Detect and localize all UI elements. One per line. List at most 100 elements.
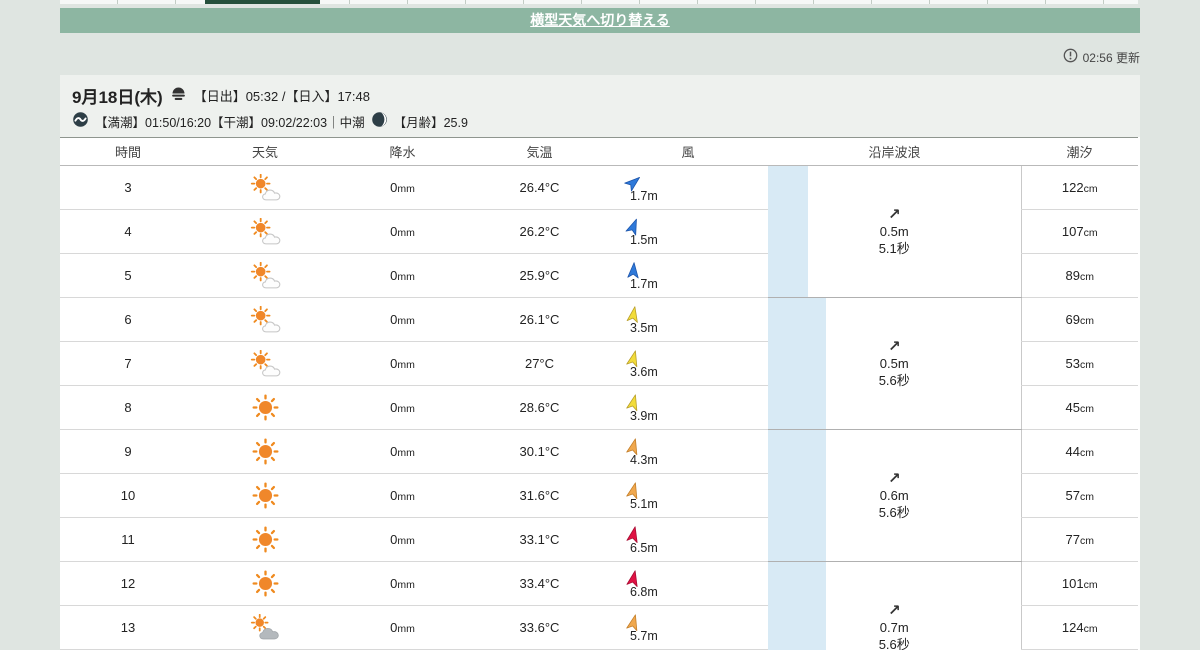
hour-cell: 9: [60, 429, 196, 474]
sun-and-cloud-icon: [250, 306, 280, 333]
tide-cell: 77cm: [1020, 517, 1138, 562]
wind-cell: 6.8m: [608, 561, 768, 606]
col-header-temp: 気温: [471, 137, 608, 166]
moon-age: 【月齢】25.9: [393, 115, 468, 130]
weather-cell: [196, 473, 334, 518]
wind-cell: 3.9m: [608, 385, 768, 430]
temp-cell: 25.9°C: [471, 253, 608, 298]
weather-cell: [196, 165, 334, 210]
wind-cell: 1.5m: [608, 209, 768, 254]
sunny-icon: [251, 482, 279, 509]
table-row: 12 0mm 33.4°C 6.8m ↗ 0.7m 5.6秒 101cm: [60, 561, 1138, 650]
hour-cell: 8: [60, 385, 196, 430]
weather-cell: [196, 209, 334, 254]
temp-cell: 30.1°C: [471, 429, 608, 474]
wind-cell: 5.7m: [608, 605, 768, 650]
weather-cell: [196, 341, 334, 386]
hour-cell: 6: [60, 297, 196, 342]
wave-direction-arrow: ↗: [887, 601, 901, 619]
col-header-precip: 降水: [334, 137, 471, 166]
weather-cell: [196, 385, 334, 430]
weather-cell: [196, 605, 334, 650]
precip-cell: 0mm: [334, 297, 471, 342]
sunny-icon: [251, 570, 279, 597]
table-row: 9 0mm 30.1°C 4.3m ↗ 0.6m 5.6秒 44cm: [60, 429, 1138, 562]
date-header: 9月18日(木) 【日出】05:32 /【日入】17:48 【満潮】01:50/…: [60, 75, 1140, 137]
wind-cell: 4.3m: [608, 429, 768, 474]
layout-switch-banner: 横型天気へ切り替える: [60, 8, 1140, 33]
updated-time: 02:56 更新: [1082, 50, 1140, 65]
sun-and-cloud-icon: [250, 350, 280, 377]
col-header-wind: 風: [608, 137, 768, 166]
wind-cell: 3.5m: [608, 297, 768, 342]
table-row: 3 0mm 26.4°C 1.7m ↗ 0.5m 5.1秒 122cm: [60, 165, 1138, 298]
hour-cell: 3: [60, 165, 196, 210]
wave-height: 0.5m: [879, 224, 909, 240]
wave-group-cell: ↗ 0.5m 5.6秒: [768, 297, 1021, 430]
forecast-panel: 9月18日(木) 【日出】05:32 /【日入】17:48 【満潮】01:50/…: [60, 75, 1140, 650]
wind-cell: 5.1m: [608, 473, 768, 518]
tide-cell: 44cm: [1020, 429, 1138, 474]
wind-direction-arrow-icon: [626, 570, 638, 587]
sun-and-cloud-icon: [250, 262, 280, 289]
precip-cell: 0mm: [334, 473, 471, 518]
switch-to-horizontal-link[interactable]: 横型天気へ切り替える: [530, 12, 670, 28]
col-header-time: 時間: [60, 137, 196, 166]
precip-cell: 0mm: [334, 209, 471, 254]
table-row: 6 0mm 26.1°C 3.5m ↗ 0.5m 5.6秒 69cm: [60, 297, 1138, 430]
temp-cell: 31.6°C: [471, 473, 608, 518]
info-icon[interactable]: [1063, 48, 1078, 66]
temp-cell: 26.1°C: [471, 297, 608, 342]
precip-cell: 0mm: [334, 429, 471, 474]
sun-and-cloud-icon: [250, 174, 280, 201]
tide-icon: [72, 111, 89, 131]
col-header-weather: 天気: [196, 137, 334, 166]
active-tab[interactable]: [205, 0, 320, 4]
wave-direction-arrow: ↗: [887, 469, 901, 487]
wind-cell: 3.6m: [608, 341, 768, 386]
wind-direction-arrow-icon: [626, 526, 638, 543]
sunny-icon: [251, 394, 279, 421]
col-header-tide: 潮汐: [1021, 137, 1138, 166]
sun-and-cloud-icon: [250, 218, 280, 245]
wave-period: 5.6秒: [878, 637, 910, 650]
updated-bar: 02:56 更新: [60, 48, 1140, 66]
moon-icon: [371, 111, 388, 131]
precip-cell: 0mm: [334, 561, 471, 606]
temp-cell: 26.4°C: [471, 165, 608, 210]
wave-height: 0.7m: [879, 620, 909, 636]
weather-cell: [196, 429, 334, 474]
sunny-icon: [251, 526, 279, 553]
wind-direction-arrow-icon: [627, 261, 639, 279]
hour-cell: 11: [60, 517, 196, 562]
temp-cell: 28.6°C: [471, 385, 608, 430]
weather-cell: [196, 561, 334, 606]
hour-cell: 5: [60, 253, 196, 298]
wave-period: 5.6秒: [878, 373, 910, 389]
tide-times: 【満潮】01:50/16:20【干潮】09:02/22:03｜中潮: [95, 115, 365, 130]
weather-cell: [196, 517, 334, 562]
precip-cell: 0mm: [334, 253, 471, 298]
tide-cell: 101cm: [1020, 561, 1138, 606]
wave-group-cell: ↗ 0.5m 5.1秒: [768, 165, 1021, 298]
temp-cell: 33.1°C: [471, 517, 608, 562]
hourly-forecast-table: 時間 天気 降水 気温 風 沿岸波浪 潮汐 3 0mm 26.4°C 1.7m ↗ 0.5…: [60, 137, 1138, 650]
wave-group-cell: ↗ 0.6m 5.6秒: [768, 429, 1021, 562]
tide-cell: 69cm: [1020, 297, 1138, 342]
top-tab-strip: [60, 0, 1138, 4]
date-label: 9月18日(木): [72, 88, 163, 107]
tide-cell: 53cm: [1020, 341, 1138, 386]
sun-behind-gray-cloud-icon: [250, 614, 279, 640]
hour-cell: 13: [60, 605, 196, 650]
temp-cell: 27°C: [471, 341, 608, 386]
tide-cell: 45cm: [1020, 385, 1138, 430]
temp-cell: 26.2°C: [471, 209, 608, 254]
tide-cell: 122cm: [1020, 165, 1138, 210]
wave-period: 5.6秒: [878, 505, 910, 521]
tide-cell: 124cm: [1020, 605, 1138, 650]
tide-cell: 57cm: [1020, 473, 1138, 518]
wave-height: 0.5m: [879, 356, 909, 372]
precip-cell: 0mm: [334, 385, 471, 430]
wind-direction-arrow-icon: [626, 306, 638, 323]
wave-direction-arrow: ↗: [887, 205, 901, 223]
